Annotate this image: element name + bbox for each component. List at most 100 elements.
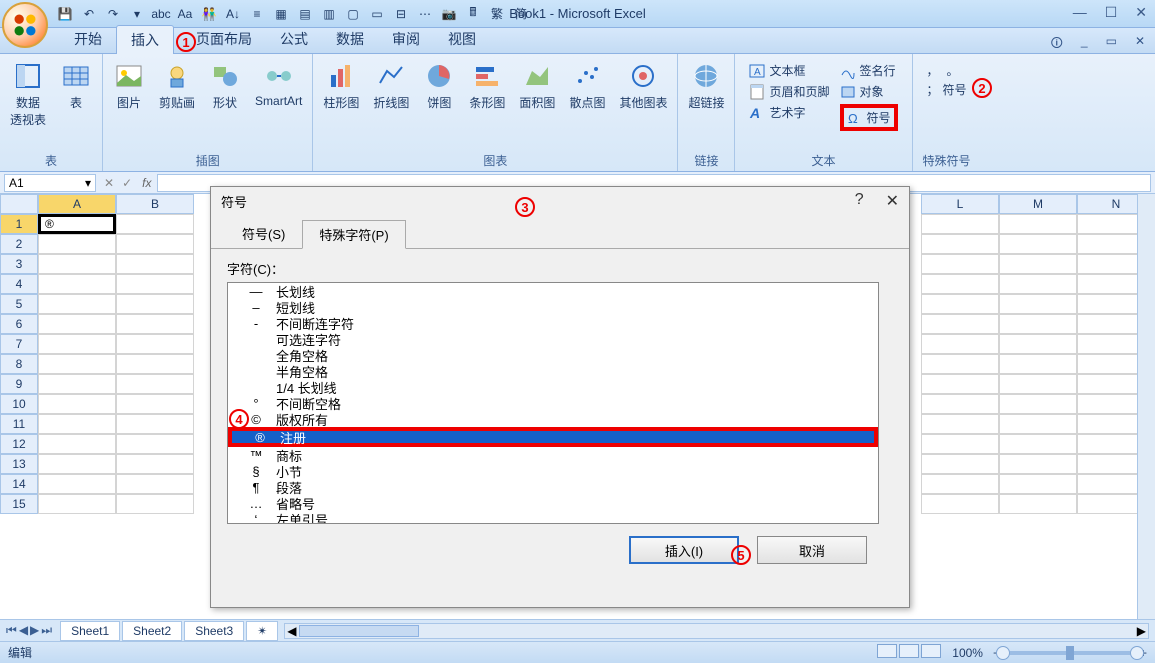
char-list-item[interactable]: §小节	[228, 463, 878, 479]
area-chart-button[interactable]: 面积图	[515, 58, 559, 113]
qat-item[interactable]: A↓	[224, 5, 242, 23]
cell[interactable]	[38, 294, 116, 314]
vertical-scrollbar[interactable]	[1137, 194, 1155, 619]
qat-item[interactable]: abc	[152, 5, 170, 23]
col-header-b[interactable]: B	[116, 194, 194, 214]
symbol-button[interactable]: Ω符号	[840, 104, 898, 131]
cell[interactable]	[116, 314, 194, 334]
row-header[interactable]: 7	[0, 334, 38, 354]
row-header[interactable]: 1	[0, 214, 38, 234]
cell[interactable]	[38, 234, 116, 254]
qat-item[interactable]: 📷	[440, 5, 458, 23]
zoom-slider[interactable]	[1010, 651, 1130, 655]
table-button[interactable]: 表	[56, 58, 96, 113]
scroll-left-icon[interactable]: ◀	[287, 624, 296, 638]
signature-button[interactable]: 签名行	[840, 62, 898, 79]
cell[interactable]	[116, 234, 194, 254]
sp-comma[interactable]: ，。	[927, 62, 967, 79]
cell[interactable]	[921, 294, 999, 314]
column-chart-button[interactable]: 柱形图	[319, 58, 363, 113]
cell[interactable]	[116, 474, 194, 494]
dropdown-icon[interactable]: ▾	[85, 176, 91, 190]
dialog-tab-symbol[interactable]: 符号(S)	[225, 219, 302, 248]
row-header[interactable]: 10	[0, 394, 38, 414]
dialog-help-icon[interactable]: ?	[855, 191, 864, 211]
cell[interactable]	[38, 374, 116, 394]
sheet-tab-1[interactable]: Sheet1	[60, 621, 120, 641]
textbox-button[interactable]: A文本框	[749, 62, 829, 79]
tab-data[interactable]: 数据	[322, 25, 378, 53]
scroll-thumb[interactable]	[299, 625, 419, 637]
fx-icon[interactable]: fx	[136, 176, 157, 190]
help-icon[interactable]: 🛈	[1051, 34, 1063, 55]
close-workbook-icon[interactable]: ✕	[1135, 34, 1145, 55]
name-box[interactable]: A1▾	[4, 174, 96, 192]
cell[interactable]	[921, 274, 999, 294]
first-sheet-icon[interactable]: ⏮	[6, 623, 17, 638]
cell[interactable]	[999, 374, 1077, 394]
sp-semi[interactable]: ； 符号	[927, 81, 967, 98]
row-header[interactable]: 4	[0, 274, 38, 294]
qat-item[interactable]: ▤	[296, 5, 314, 23]
office-button[interactable]	[2, 2, 48, 48]
cell[interactable]	[921, 474, 999, 494]
minimize-ribbon-icon[interactable]: _	[1081, 34, 1088, 55]
cell[interactable]	[999, 434, 1077, 454]
cell[interactable]	[38, 254, 116, 274]
cell[interactable]	[921, 374, 999, 394]
cell[interactable]	[921, 234, 999, 254]
col-header-l[interactable]: L	[921, 194, 999, 214]
char-list[interactable]: —长划线–短划线-不间断连字符­可选连字符 全角空格 半角空格1/4 长划线°不…	[227, 282, 879, 524]
object-button[interactable]: 对象	[840, 83, 898, 100]
qat-item[interactable]: 🖩	[464, 5, 482, 23]
tab-home[interactable]: 开始	[60, 25, 116, 53]
row-header[interactable]: 12	[0, 434, 38, 454]
cell[interactable]	[116, 374, 194, 394]
cell[interactable]	[116, 254, 194, 274]
tab-review[interactable]: 审阅	[378, 25, 434, 53]
sheet-tab-2[interactable]: Sheet2	[122, 621, 182, 641]
horizontal-scrollbar[interactable]: ◀ ▶	[284, 623, 1149, 639]
cell[interactable]	[116, 354, 194, 374]
cell[interactable]	[921, 434, 999, 454]
cell[interactable]	[38, 334, 116, 354]
cell[interactable]	[999, 274, 1077, 294]
bar-chart-button[interactable]: 条形图	[465, 58, 509, 113]
row-header[interactable]: 6	[0, 314, 38, 334]
dialog-close-icon[interactable]: ✕	[886, 191, 899, 211]
cell[interactable]	[999, 214, 1077, 234]
scroll-right-icon[interactable]: ▶	[1137, 624, 1146, 638]
char-list-item[interactable]: ®注册	[228, 427, 878, 447]
cell[interactable]	[999, 294, 1077, 314]
hyperlink-button[interactable]: 超链接	[684, 58, 728, 113]
qat-item[interactable]: ▦	[272, 5, 290, 23]
insert-button[interactable]: 插入(I)	[629, 536, 739, 564]
cell[interactable]	[921, 214, 999, 234]
char-list-item[interactable]: ™商标	[228, 447, 878, 463]
cell[interactable]	[921, 334, 999, 354]
wordart-button[interactable]: A艺术字	[749, 104, 829, 121]
redo-icon[interactable]: ↷	[104, 5, 122, 23]
restore-window-icon[interactable]: ▭	[1106, 34, 1117, 55]
cell[interactable]	[116, 274, 194, 294]
row-header[interactable]: 8	[0, 354, 38, 374]
picture-button[interactable]: 图片	[109, 58, 149, 113]
cell[interactable]	[38, 494, 116, 514]
maximize-icon[interactable]: ☐	[1105, 4, 1118, 21]
cell[interactable]	[921, 414, 999, 434]
smartart-button[interactable]: SmartArt	[251, 58, 306, 110]
cell[interactable]	[116, 294, 194, 314]
cell[interactable]	[921, 394, 999, 414]
cell[interactable]	[116, 494, 194, 514]
col-header-m[interactable]: M	[999, 194, 1077, 214]
new-sheet-icon[interactable]: ✴	[246, 621, 278, 641]
tab-formulas[interactable]: 公式	[266, 25, 322, 53]
row-header[interactable]: 2	[0, 234, 38, 254]
undo-icon[interactable]: ↶	[80, 5, 98, 23]
cell[interactable]	[999, 254, 1077, 274]
clipart-button[interactable]: 剪贴画	[155, 58, 199, 113]
pivottable-button[interactable]: 数据 透视表	[6, 58, 50, 130]
qat-item[interactable]: ▢	[344, 5, 362, 23]
minimize-icon[interactable]: —	[1073, 4, 1087, 21]
cancel-button[interactable]: 取消	[757, 536, 867, 564]
